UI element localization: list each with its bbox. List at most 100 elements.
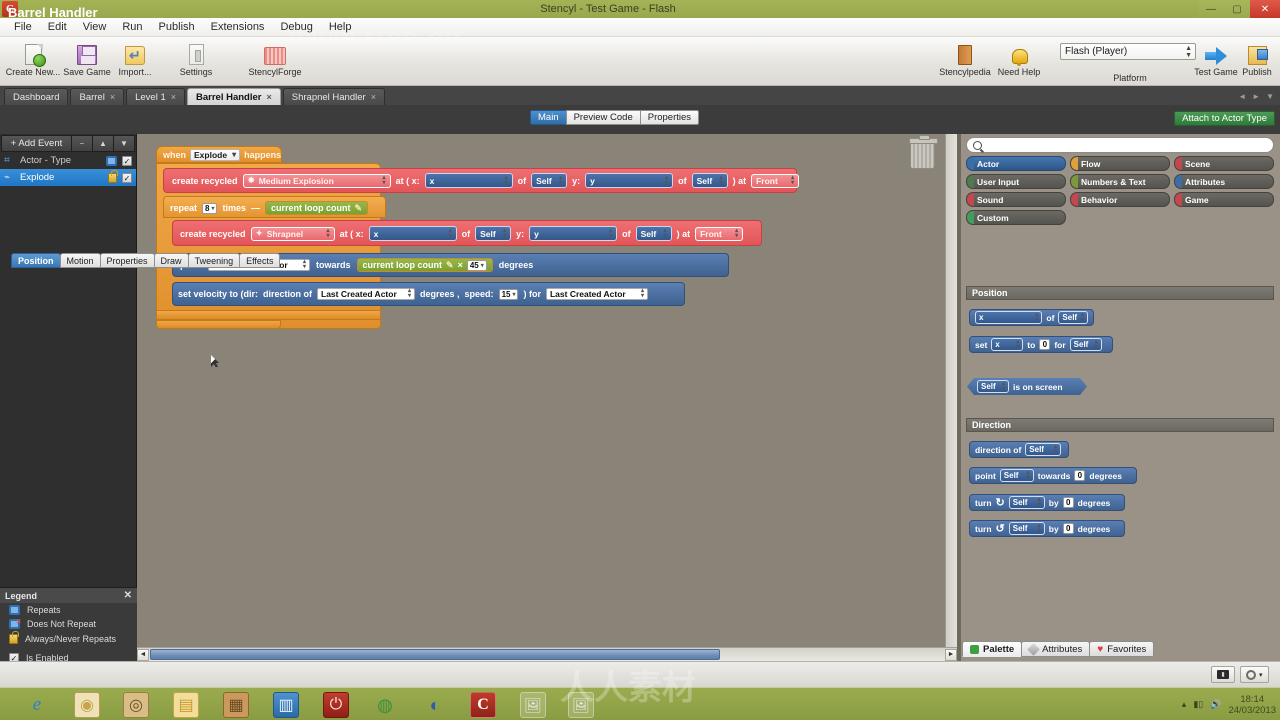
subtab-tweening[interactable]: Tweening bbox=[187, 253, 241, 268]
menu-debug[interactable]: Debug bbox=[272, 19, 320, 35]
palette-block-set-x[interactable]: set x ▴ ▾ to 0 for Self ▴ ▾ bbox=[969, 336, 1113, 353]
palette-search[interactable] bbox=[966, 137, 1274, 153]
toolbar-import[interactable]: Import... bbox=[104, 41, 166, 77]
tab-barrel-handler[interactable]: Barrel Handler × bbox=[187, 88, 281, 105]
x-self-field[interactable]: Self ▴ ▾ bbox=[1058, 311, 1088, 324]
close-button[interactable]: ✕ bbox=[1250, 0, 1280, 18]
category-custom[interactable]: Custom bbox=[966, 210, 1066, 225]
attach-to-actor-type-button[interactable]: Attach to Actor Type bbox=[1174, 111, 1275, 126]
shrapnel-self-2-field[interactable]: Self ▴ ▾ bbox=[635, 226, 672, 241]
shrapnel-y-field[interactable]: y ▴ ▾ bbox=[529, 226, 618, 241]
category-scene[interactable]: Scene bbox=[1174, 156, 1274, 171]
explosion-actor-field[interactable]: ✸ Medium Explosion ▴ ▾ bbox=[242, 173, 391, 188]
move-event-up-button[interactable]: ▲ bbox=[93, 135, 114, 152]
velocity-direction-actor-field[interactable]: Last Created Actor ▴ ▾ bbox=[317, 288, 416, 300]
event-enabled-checkbox[interactable]: ✓ bbox=[122, 155, 132, 166]
tab-barrel[interactable]: Barrel × bbox=[70, 88, 125, 105]
velocity-for-actor-field[interactable]: Last Created Actor ▴ ▾ bbox=[545, 288, 648, 300]
stencyl-icon[interactable]: C bbox=[470, 692, 496, 718]
set-value-field[interactable]: 0 bbox=[1039, 339, 1051, 350]
tab-shrapnel-handler-close-icon[interactable]: × bbox=[371, 92, 376, 102]
category-behavior[interactable]: Behavior bbox=[1070, 192, 1170, 207]
image-window-icon[interactable]: 🖼 bbox=[520, 692, 546, 718]
menu-run[interactable]: Run bbox=[114, 19, 150, 35]
toolbar-create-new[interactable]: Create New... bbox=[2, 41, 64, 77]
when-event-happens-block[interactable]: when Explode ▾ happens bbox=[156, 146, 282, 163]
point-self-field[interactable]: Self ▴ ▾ bbox=[999, 469, 1034, 482]
search-input[interactable] bbox=[986, 140, 1267, 150]
taskbar-clock[interactable]: 18:14 24/03/2013 bbox=[1228, 694, 1276, 716]
media-app-icon[interactable]: ◉ bbox=[74, 692, 100, 718]
toolbar-need-help[interactable]: Need Help bbox=[988, 41, 1050, 77]
velocity-speed-dropdown[interactable]: 15 ▾ bbox=[498, 288, 519, 300]
shrapnel-actor-field[interactable]: ✦ Shrapnel ▴ ▾ bbox=[250, 226, 335, 241]
explosion-layer-field[interactable]: Front ▴ ▾ bbox=[751, 173, 800, 188]
show-hidden-icons-button[interactable]: ▴ bbox=[1182, 699, 1187, 710]
set-x-attr-field[interactable]: x ▴ ▾ bbox=[991, 338, 1024, 351]
point-degrees-field[interactable]: 0 bbox=[1074, 470, 1086, 481]
bottom-tab-attributes[interactable]: Attributes bbox=[1021, 641, 1091, 657]
menu-help[interactable]: Help bbox=[321, 19, 360, 35]
menu-extensions[interactable]: Extensions bbox=[203, 19, 273, 35]
palette-block-turn-cw[interactable]: turn ↻ Self ▴ ▾ by 0 degrees bbox=[969, 494, 1125, 511]
internet-explorer-icon[interactable]: e bbox=[24, 692, 50, 718]
add-event-button[interactable]: + Add Event bbox=[1, 135, 72, 152]
x-attr-field[interactable]: x ▴ ▾ bbox=[975, 311, 1043, 324]
category-numbers-text[interactable]: Numbers & Text bbox=[1070, 174, 1170, 189]
tab-nav-next-icon[interactable]: ► bbox=[1252, 92, 1260, 101]
remove-event-button[interactable]: − bbox=[72, 135, 93, 152]
tab-barrel-close-icon[interactable]: × bbox=[110, 92, 115, 102]
pencil-icon[interactable]: ✎ bbox=[355, 203, 363, 214]
canvas-vertical-scrollbar[interactable] bbox=[945, 134, 957, 647]
turn-ccw-self-field[interactable]: Self ▴ ▾ bbox=[1008, 522, 1045, 535]
shrapnel-self-1-field[interactable]: Self ▴ ▾ bbox=[475, 226, 512, 241]
speaker-app-icon[interactable]: ◎ bbox=[123, 692, 149, 718]
tab-nav-list-icon[interactable]: ▼ bbox=[1266, 92, 1274, 101]
shrapnel-x-field[interactable]: x ▴ ▾ bbox=[368, 226, 457, 241]
set-self-field[interactable]: Self ▴ ▾ bbox=[1069, 338, 1102, 351]
subtab-draw[interactable]: Draw bbox=[153, 253, 189, 268]
shrapnel-layer-field[interactable]: Front ▴ ▾ bbox=[695, 226, 744, 241]
palette-block-point-towards[interactable]: point Self ▴ ▾ towards 0 degrees bbox=[969, 467, 1137, 484]
power-icon[interactable]: ⏻ bbox=[323, 692, 349, 718]
scroll-thumb[interactable] bbox=[150, 649, 720, 660]
tab-level-1[interactable]: Level 1 × bbox=[126, 88, 185, 105]
point-loop-count-token[interactable]: current loop count ✎ × 45 ▾ bbox=[356, 258, 493, 272]
tab-nav-prev-icon[interactable]: ◄ bbox=[1238, 92, 1246, 101]
category-actor[interactable]: Actor bbox=[966, 156, 1066, 171]
turn-cw-degrees-field[interactable]: 0 bbox=[1062, 497, 1074, 508]
scroll-left-icon[interactable]: ◄ bbox=[137, 648, 149, 661]
toolbar-stencylforge[interactable]: StencylForge bbox=[240, 41, 310, 77]
point-multiplier-dropdown[interactable]: 45 ▾ bbox=[466, 259, 487, 271]
event-enabled-checkbox-explode[interactable]: ✓ bbox=[122, 172, 132, 183]
tab-barrel-handler-close-icon[interactable]: × bbox=[266, 92, 271, 102]
platform-chooser[interactable]: Flash (Player) ▲ ▼ Platform bbox=[1060, 43, 1200, 83]
turn-cw-self-field[interactable]: Self ▴ ▾ bbox=[1008, 496, 1045, 509]
tab-shrapnel-handler[interactable]: Shrapnel Handler × bbox=[282, 88, 385, 105]
firefox-icon[interactable]: ◐ bbox=[422, 692, 448, 718]
tab-preview-code[interactable]: Preview Code bbox=[565, 110, 641, 125]
platform-select[interactable]: Flash (Player) ▲ ▼ bbox=[1060, 43, 1196, 60]
palette-block-turn-ccw[interactable]: turn ↺ Self ▴ ▾ by 0 degrees bbox=[969, 520, 1125, 537]
repeat-times-dropdown[interactable]: 8 ▾ bbox=[202, 202, 218, 214]
turn-ccw-degrees-field[interactable]: 0 bbox=[1062, 523, 1074, 534]
explosion-y-field[interactable]: y ▴ ▾ bbox=[585, 173, 674, 188]
scroll-right-icon[interactable]: ► bbox=[945, 648, 957, 661]
menu-view[interactable]: View bbox=[75, 19, 115, 35]
bottom-tab-palette[interactable]: Palette bbox=[962, 641, 1023, 657]
chrome-icon[interactable]: ◍ bbox=[372, 692, 398, 718]
menu-publish[interactable]: Publish bbox=[151, 19, 203, 35]
category-game[interactable]: Game bbox=[1174, 192, 1274, 207]
maximize-button[interactable]: ▢ bbox=[1224, 0, 1250, 18]
network-icon[interactable]: ▮▯ bbox=[1193, 699, 1203, 710]
toolbar-stencylpedia[interactable]: Stencylpedia bbox=[934, 41, 996, 77]
explosion-self-1-field[interactable]: Self ▴ ▾ bbox=[531, 173, 568, 188]
explosion-self-2-field[interactable]: Self ▴ ▾ bbox=[691, 173, 728, 188]
event-item-explode[interactable]: ⌁ Explode ✓ bbox=[0, 169, 136, 186]
menu-file[interactable]: File bbox=[6, 19, 40, 35]
pencil-icon[interactable]: ✎ bbox=[446, 260, 454, 271]
file-explorer-icon[interactable]: ▤ bbox=[173, 692, 199, 718]
tab-properties[interactable]: Properties bbox=[639, 110, 700, 125]
filter-events-button[interactable]: ▼ bbox=[114, 135, 135, 152]
event-dropdown[interactable]: Explode ▾ bbox=[190, 148, 241, 161]
